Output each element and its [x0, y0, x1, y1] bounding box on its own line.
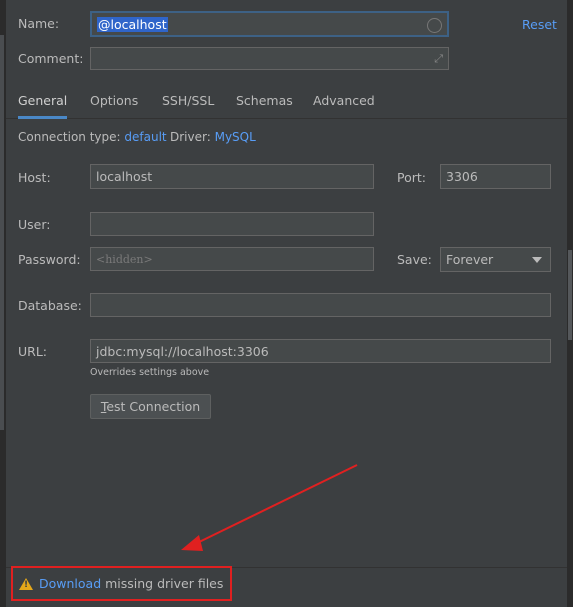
missing-driver-warning: Download missing driver files: [39, 576, 223, 591]
annotation-arrow: [181, 464, 358, 551]
warning-message: missing driver files: [101, 576, 224, 591]
download-link[interactable]: Download: [39, 576, 101, 591]
